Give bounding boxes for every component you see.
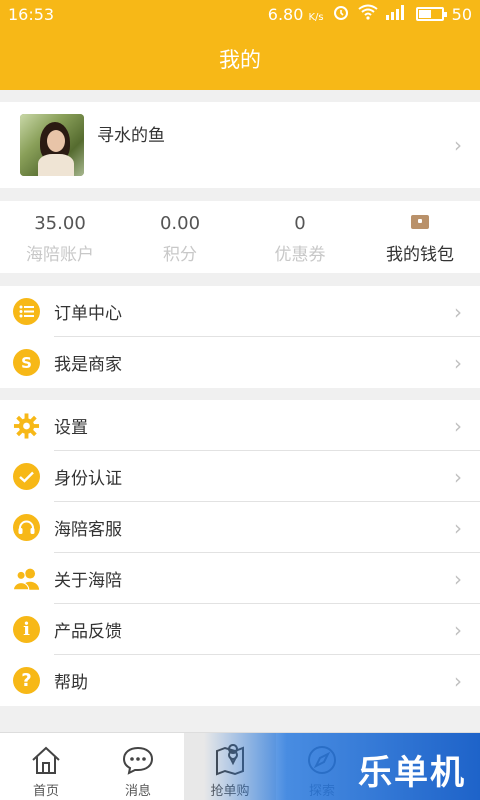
chevron-right-icon: › — [454, 133, 462, 157]
watermark-text: 乐单机 — [358, 753, 466, 793]
help-icon: ? — [13, 667, 40, 694]
status-bar: 16:53 6.80 K/s 50 — [0, 0, 480, 28]
stat-account[interactable]: 35.00 海陪账户 — [0, 201, 120, 273]
stat-wallet[interactable]: 我的钱包 — [360, 201, 480, 273]
battery-icon — [415, 7, 447, 21]
menu-item-label: 海陪客服 — [54, 520, 122, 540]
message-icon — [121, 743, 155, 777]
info-icon: i — [13, 616, 40, 643]
menu-item-feedback[interactable]: i 产品反馈 › — [0, 604, 480, 655]
title-bar: 我的 — [0, 28, 480, 90]
wallet-icon — [411, 215, 429, 229]
menu-item-label: 订单中心 — [54, 304, 122, 324]
stat-label: 优惠券 — [274, 245, 326, 265]
menu-item-settings[interactable]: 设置 › — [0, 400, 480, 451]
menu-item-orders[interactable]: 订单中心 › — [0, 286, 480, 337]
status-indicators: 6.80 K/s 50 — [268, 3, 472, 25]
battery-level — [418, 10, 431, 18]
wifi-icon — [358, 4, 378, 24]
chevron-right-icon: › — [454, 351, 462, 375]
chevron-right-icon: › — [454, 465, 462, 489]
page-title: 我的 — [219, 48, 261, 72]
tab-label: 消息 — [124, 784, 151, 799]
tab-label: 抢单购 — [210, 784, 250, 799]
profile-card[interactable]: 寻水的鱼 › — [0, 102, 480, 188]
chevron-right-icon: › — [454, 567, 462, 591]
menu-item-customer-service[interactable]: 海陪客服 › — [0, 502, 480, 553]
stat-label: 积分 — [163, 245, 197, 265]
signal-icon — [385, 4, 408, 24]
list-icon — [13, 298, 40, 325]
tab-explore[interactable]: 探索 — [276, 733, 368, 800]
users-icon — [13, 565, 40, 592]
stat-value: 0 — [294, 213, 306, 234]
tab-label: 探索 — [308, 784, 335, 799]
menu-item-label: 产品反馈 — [54, 622, 122, 642]
menu-item-verification[interactable]: 身份认证 › — [0, 451, 480, 502]
menu-group-orders: 订单中心 › S 我是商家 › — [0, 286, 480, 388]
tab-messages[interactable]: 消息 — [92, 733, 184, 800]
compass-icon — [305, 743, 339, 777]
chevron-right-icon: › — [454, 414, 462, 438]
avatar[interactable] — [20, 114, 84, 176]
tab-grab-order[interactable]: 抢单购 — [184, 733, 276, 800]
bottom-tab-bar: 首页 消息 抢单购 探索 乐单机 — [0, 732, 480, 800]
chevron-right-icon: › — [454, 618, 462, 642]
chevron-right-icon: › — [454, 516, 462, 540]
stat-coupons[interactable]: 0 优惠券 — [240, 201, 360, 273]
headset-icon — [13, 514, 40, 541]
stat-label: 我的钱包 — [386, 245, 454, 265]
menu-item-label: 关于海陪 — [54, 571, 122, 591]
account-stats: 35.00 海陪账户 0.00 积分 0 优惠券 我的钱包 — [0, 201, 480, 273]
chevron-right-icon: › — [454, 669, 462, 693]
menu-item-about[interactable]: 关于海陪 › — [0, 553, 480, 604]
status-time: 16:53 — [8, 4, 55, 24]
stat-points[interactable]: 0.00 积分 — [120, 201, 240, 273]
check-icon — [13, 463, 40, 490]
profile-name: 寻水的鱼 — [97, 126, 165, 146]
tab-label: 首页 — [32, 784, 59, 799]
map-pin-icon — [213, 743, 247, 777]
stat-value: 35.00 — [34, 213, 86, 234]
menu-item-merchant[interactable]: S 我是商家 › — [0, 337, 480, 388]
menu-item-help[interactable]: ? 帮助 › — [0, 655, 480, 706]
menu-item-label: 身份认证 — [54, 469, 122, 489]
merchant-icon: S — [13, 349, 40, 376]
home-icon — [29, 743, 63, 777]
network-speed: 6.80 K/s — [267, 4, 324, 24]
stat-value: 0.00 — [159, 213, 201, 234]
tab-home[interactable]: 首页 — [0, 733, 92, 800]
battery-percent: 50 — [451, 4, 472, 24]
menu-item-label: 我是商家 — [54, 355, 122, 375]
gear-icon — [13, 412, 40, 439]
menu-item-label: 设置 — [54, 418, 88, 438]
menu-item-label: 帮助 — [54, 673, 88, 693]
menu-group-settings: 设置 › 身份认证 › 海陪客服 › 关于海陪 › i 产品反馈 › ? 帮助 … — [0, 400, 480, 706]
chevron-right-icon: › — [454, 300, 462, 324]
alarm-icon — [332, 3, 350, 25]
stat-label: 海陪账户 — [26, 245, 94, 265]
